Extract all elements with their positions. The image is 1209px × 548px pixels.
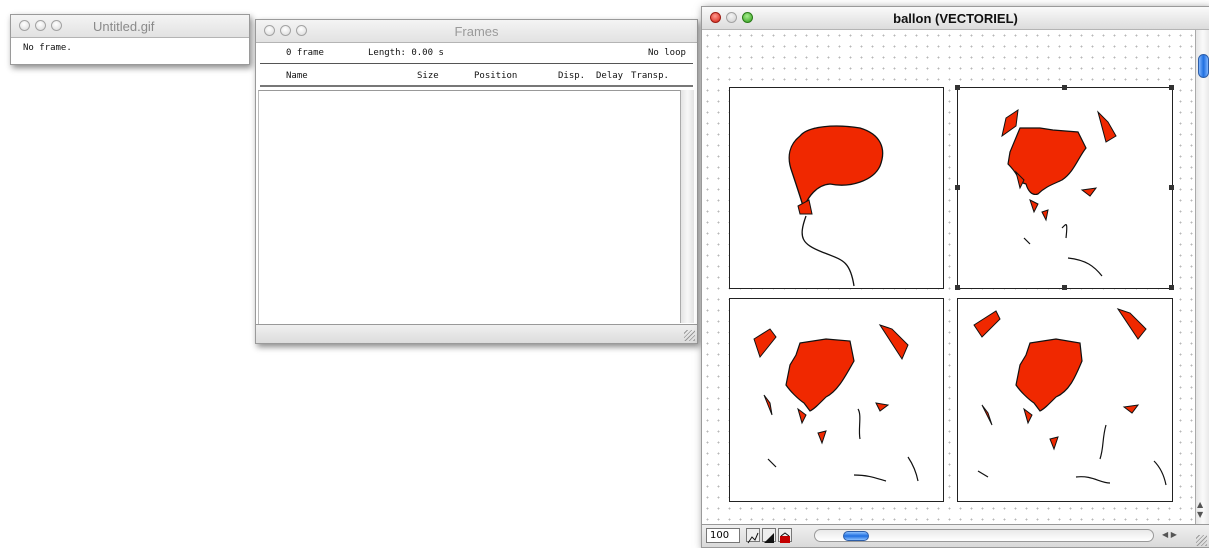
string-fragment — [977, 470, 989, 478]
canvas-horizontal-scrollbar[interactable] — [814, 529, 1154, 542]
balloon-body — [788, 125, 884, 207]
column-header-position[interactable]: Position — [474, 71, 517, 81]
column-header-name[interactable]: Name — [286, 71, 308, 81]
balloon-fragment — [1097, 110, 1117, 143]
animation-frame-4[interactable] — [957, 298, 1173, 502]
pen-tool-icon[interactable] — [746, 528, 760, 544]
balloon-drawing — [788, 125, 884, 287]
balloon-drawing — [1001, 108, 1117, 277]
balloon-fragment — [875, 402, 890, 412]
string-fragment — [1067, 257, 1103, 277]
selection-handle[interactable] — [1169, 185, 1174, 190]
selection-handle[interactable] — [1062, 285, 1067, 290]
selection-handle[interactable] — [1169, 85, 1174, 90]
ballon-titlebar[interactable]: ballon (VECTORIEL) — [702, 7, 1209, 30]
balloon-fragment — [1080, 187, 1098, 197]
column-header-size[interactable]: Size — [417, 71, 439, 81]
balloon-knot — [797, 199, 813, 215]
window-title: Frames — [454, 24, 499, 39]
string-fragment — [1023, 237, 1031, 245]
balloon-fragment — [1029, 199, 1039, 214]
string-fragment — [1153, 460, 1167, 486]
length-readout: Length: 0.00 s — [368, 48, 444, 58]
balloon-fragment — [981, 404, 993, 426]
frame-count: 0 frame — [286, 48, 324, 58]
untitled-gif-window: Untitled.gif No frame. — [10, 14, 250, 65]
balloon-fragment — [1001, 108, 1019, 138]
animation-frame-1[interactable] — [729, 87, 944, 289]
balloon-fragment — [1041, 209, 1049, 222]
balloon-fragment — [817, 430, 827, 445]
balloon-fragment — [797, 407, 807, 425]
ballon-window: ballon (VECTORIEL) ▲ ▼ 100 ◀ ▶ — [701, 6, 1209, 548]
column-header-disp[interactable]: Disp. — [558, 71, 585, 81]
string-fragment — [857, 408, 861, 440]
resize-grip-icon[interactable] — [1196, 535, 1207, 546]
string-fragment — [1061, 224, 1068, 239]
zoom-field[interactable]: 100 — [706, 528, 740, 543]
window-title: Untitled.gif — [93, 19, 155, 34]
close-button[interactable] — [19, 20, 30, 31]
balloon-fragment — [763, 394, 773, 416]
string-fragment — [767, 458, 777, 468]
frames-titlebar[interactable]: Frames — [256, 20, 697, 43]
frames-bottom-bar — [256, 324, 697, 343]
frames-column-headers: Name Size Position Disp. Delay Transp. — [256, 68, 697, 84]
string-fragment — [1099, 424, 1107, 460]
status-text: No frame. — [23, 43, 72, 53]
selection-handle[interactable] — [955, 185, 960, 190]
balloon-fragment — [753, 328, 777, 359]
selection-handle[interactable] — [955, 85, 960, 90]
shape-tool-icon[interactable] — [762, 528, 776, 543]
animation-frame-3[interactable] — [729, 298, 944, 502]
string-fragment — [1075, 476, 1111, 484]
balloon-string — [801, 215, 855, 287]
string-fragment — [907, 456, 919, 482]
canvas-vertical-scrollbar[interactable]: ▲ ▼ — [1195, 30, 1209, 524]
balloon-drawing — [973, 308, 1167, 486]
selection-handle[interactable] — [955, 285, 960, 290]
resize-grip-icon[interactable] — [684, 330, 695, 341]
loop-setting[interactable]: No loop — [648, 48, 686, 58]
zoom-button[interactable] — [51, 20, 62, 31]
canvas-bottom-bar: 100 ◀ ▶ — [702, 524, 1209, 547]
column-header-delay[interactable]: Delay — [596, 71, 623, 81]
string-fragment — [853, 474, 887, 482]
balloon-fragment — [1023, 407, 1033, 425]
balloon-drawing — [753, 324, 919, 482]
balloon-fragment — [878, 324, 909, 361]
scroll-arrows-icon[interactable]: ◀ ▶ — [1162, 530, 1177, 539]
frames-list[interactable] — [258, 90, 681, 324]
selection-handle[interactable] — [1169, 285, 1174, 290]
balloon-fragment — [1015, 338, 1083, 412]
horizontal-scroll-thumb[interactable] — [843, 531, 869, 541]
balloon-fragment — [785, 338, 855, 412]
divider — [260, 85, 693, 87]
column-header-transp[interactable]: Transp. — [631, 71, 669, 81]
frames-vertical-scrollbar[interactable] — [680, 90, 694, 323]
balloon-fragment — [973, 310, 1001, 338]
fill-tool-icon[interactable] — [778, 528, 792, 543]
minimize-button[interactable] — [35, 20, 46, 31]
balloon-fragment — [1116, 308, 1147, 340]
vertical-scroll-thumb[interactable] — [1198, 54, 1209, 78]
divider — [260, 63, 693, 64]
frames-window: Frames 0 frame Length: 0.00 s No loop Na… — [255, 19, 698, 344]
scroll-arrows-icon[interactable]: ▲ ▼ — [1197, 500, 1203, 520]
untitled-titlebar[interactable]: Untitled.gif — [11, 15, 249, 38]
vector-canvas[interactable] — [702, 30, 1194, 524]
balloon-fragment — [1122, 404, 1140, 414]
window-title: ballon (VECTORIEL) — [893, 11, 1018, 26]
balloon-fragment — [1049, 436, 1059, 451]
window-controls — [19, 20, 62, 31]
frames-info-bar: 0 frame Length: 0.00 s No loop — [256, 44, 697, 64]
selection-handle[interactable] — [1062, 85, 1067, 90]
animation-frame-2[interactable] — [955, 85, 1174, 290]
